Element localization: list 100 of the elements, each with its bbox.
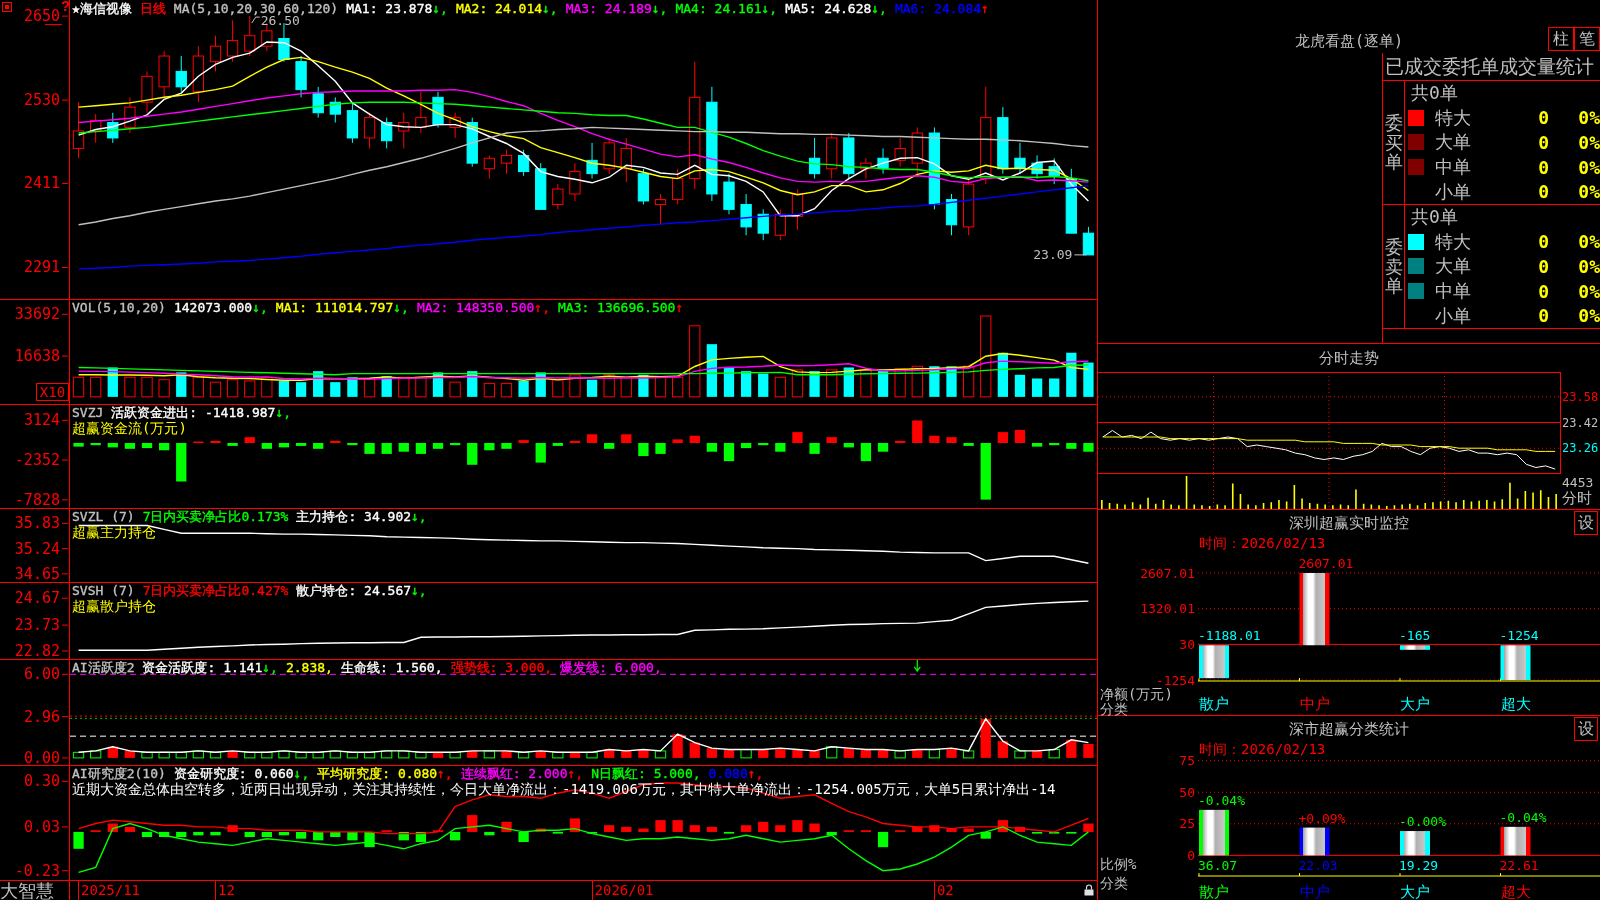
chart-mode-button[interactable]: 柱 bbox=[1548, 27, 1574, 51]
indicator-bar bbox=[758, 373, 769, 397]
candle bbox=[1031, 154, 1043, 180]
indicator-bar bbox=[381, 376, 392, 397]
indicator-bar bbox=[706, 344, 717, 397]
legend-text: 资金研究度: 0.060 bbox=[173, 766, 294, 781]
indicator-bar bbox=[278, 750, 290, 759]
indicator-bar bbox=[946, 366, 957, 397]
legend-text: 生命线: 1.560, bbox=[340, 660, 443, 675]
order-percent: 0% bbox=[1578, 132, 1600, 153]
indicator-bar bbox=[706, 826, 717, 832]
indicator-bar bbox=[244, 437, 255, 443]
group-label: 委买单 bbox=[1384, 112, 1403, 173]
indicator-bar bbox=[501, 443, 512, 449]
order-type-label: 小单 bbox=[1435, 303, 1471, 328]
indicator-bar bbox=[569, 440, 581, 443]
order-percent: 0% bbox=[1578, 280, 1600, 302]
legend-text: SVSH (7) bbox=[72, 583, 135, 598]
indicator-bar bbox=[997, 432, 1008, 443]
indicator-bar bbox=[843, 443, 854, 448]
trend-arrow: ↑, bbox=[567, 766, 584, 781]
indicator-bar bbox=[723, 367, 735, 397]
indicator-bar bbox=[415, 751, 427, 759]
candle bbox=[808, 137, 821, 180]
category-label: 超大 bbox=[1500, 883, 1531, 900]
indicator-bar bbox=[141, 443, 153, 449]
indicator-bar bbox=[928, 749, 941, 759]
legend-text: 强势线: 3.000, bbox=[450, 660, 553, 675]
category-bar bbox=[1199, 809, 1229, 856]
indicator-bar bbox=[518, 831, 529, 843]
panel-title: 深市超赢分类统计 bbox=[1289, 718, 1409, 739]
chart-mode-button[interactable]: 笔 bbox=[1574, 27, 1600, 51]
trend-arrow: ↑ bbox=[981, 1, 989, 16]
square-icon[interactable] bbox=[2, 2, 12, 12]
lock-icon[interactable] bbox=[1084, 884, 1094, 896]
indicator-bar bbox=[723, 831, 735, 834]
category-bar bbox=[1299, 827, 1330, 856]
indicator-bar bbox=[381, 750, 393, 759]
indicator-bar bbox=[313, 371, 324, 397]
category-label: 中户 bbox=[1299, 883, 1330, 900]
candle bbox=[774, 208, 786, 241]
trend-arrow: ↓, bbox=[293, 766, 310, 781]
indicator-bar bbox=[1031, 378, 1043, 397]
indicator-bar bbox=[141, 751, 153, 759]
indicator-bar bbox=[929, 366, 940, 397]
volume-unit-label: 分时 bbox=[1562, 489, 1592, 508]
candle bbox=[363, 112, 376, 149]
y-axis-label: 35.83 bbox=[14, 514, 60, 533]
candle bbox=[398, 112, 410, 149]
y-axis-label: 50 bbox=[1179, 784, 1195, 800]
indicator-bar bbox=[329, 750, 341, 759]
order-type-label: 特大 bbox=[1435, 229, 1471, 254]
indicator-bar bbox=[1014, 374, 1026, 397]
indicator-bar bbox=[159, 443, 170, 451]
indicator-bar bbox=[604, 443, 615, 449]
indicator-bar bbox=[467, 815, 478, 832]
indicator-bar bbox=[176, 372, 187, 397]
indicator-bar bbox=[484, 831, 495, 836]
trend-arrow: ↓, bbox=[411, 583, 427, 598]
trend-arrow: ↑, bbox=[747, 766, 764, 781]
y-axis-label: 24.67 bbox=[14, 589, 60, 608]
candle bbox=[175, 55, 187, 93]
settings-button[interactable]: 设 bbox=[1574, 511, 1598, 535]
indicator-bar bbox=[124, 443, 136, 449]
legend-text: 活跃资金进出: -1418.987 bbox=[111, 405, 276, 420]
legend-text: VOL(5,10,20) bbox=[72, 300, 166, 315]
indicator-bar bbox=[364, 831, 375, 848]
indicator-bar bbox=[244, 831, 255, 837]
group-label: 委卖单 bbox=[1384, 236, 1403, 297]
indicator-bar bbox=[1049, 378, 1060, 397]
indicator-bar bbox=[432, 372, 444, 397]
candle bbox=[997, 106, 1009, 175]
indicator-bar bbox=[895, 440, 906, 443]
legend-text: N日飘红: 5.000, bbox=[591, 766, 701, 781]
indicator-bar bbox=[107, 367, 118, 397]
indicator-bar bbox=[501, 750, 512, 758]
indicator-bar bbox=[672, 439, 683, 443]
order-percent: 0% bbox=[1578, 305, 1600, 327]
y-axis-label: 25 bbox=[1179, 816, 1195, 832]
settings-button[interactable]: 设 bbox=[1574, 717, 1598, 741]
trend-arrow: ↑, bbox=[437, 766, 453, 781]
candle bbox=[449, 112, 461, 139]
indicator-bar bbox=[638, 828, 649, 832]
axis-title: 分类 bbox=[1100, 875, 1128, 891]
indicator-bar bbox=[826, 746, 838, 759]
candle bbox=[209, 35, 222, 72]
indicator-bar bbox=[946, 748, 957, 758]
y-axis-label: 2650 bbox=[23, 7, 60, 26]
indicator-bar bbox=[363, 378, 376, 398]
help-mark[interactable]: ? bbox=[61, 0, 71, 13]
legend-text: 7日内买卖净占比0.427% bbox=[142, 583, 289, 598]
indicator-bar bbox=[1031, 750, 1043, 758]
order-percent: 0% bbox=[1578, 181, 1600, 203]
y-axis-label: 2411 bbox=[23, 174, 60, 193]
category-bar bbox=[1199, 645, 1229, 679]
legend-text: MA4: 24.161 bbox=[675, 1, 762, 16]
indicator-bar bbox=[415, 443, 427, 454]
indicator-bar bbox=[227, 443, 238, 446]
indicator-bar bbox=[638, 443, 649, 457]
indicator-bar bbox=[347, 443, 358, 446]
